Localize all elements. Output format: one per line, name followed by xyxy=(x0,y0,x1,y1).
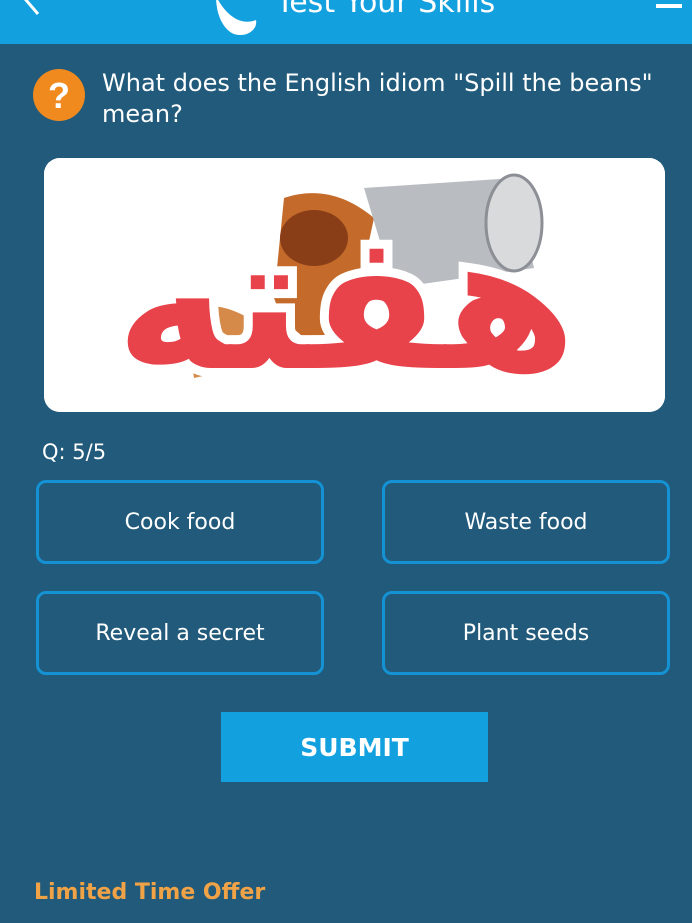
question-text: What does the English idiom "Spill the b… xyxy=(102,69,653,128)
submit-button[interactable]: SUBMIT xyxy=(221,712,488,782)
page-title: Test Your Skills xyxy=(276,0,496,20)
beans-can-illustration xyxy=(44,158,665,412)
back-arrow-icon[interactable] xyxy=(18,0,48,18)
question-image xyxy=(44,158,665,412)
option-plant-seeds[interactable]: Plant seeds xyxy=(382,591,670,675)
svg-text:?: ? xyxy=(48,75,70,116)
limited-time-offer-link[interactable]: Limited Time Offer xyxy=(34,880,265,905)
option-cook-food[interactable]: Cook food xyxy=(36,480,324,564)
brand-logo-icon xyxy=(216,0,257,35)
option-reveal-secret[interactable]: Reveal a secret xyxy=(36,591,324,675)
app-header: Test Your Skills xyxy=(0,0,692,44)
option-waste-food[interactable]: Waste food xyxy=(382,480,670,564)
question-mark-icon: ? xyxy=(33,69,85,121)
hamburger-menu-icon[interactable] xyxy=(654,0,684,12)
question-counter: Q: 5/5 xyxy=(42,440,107,464)
